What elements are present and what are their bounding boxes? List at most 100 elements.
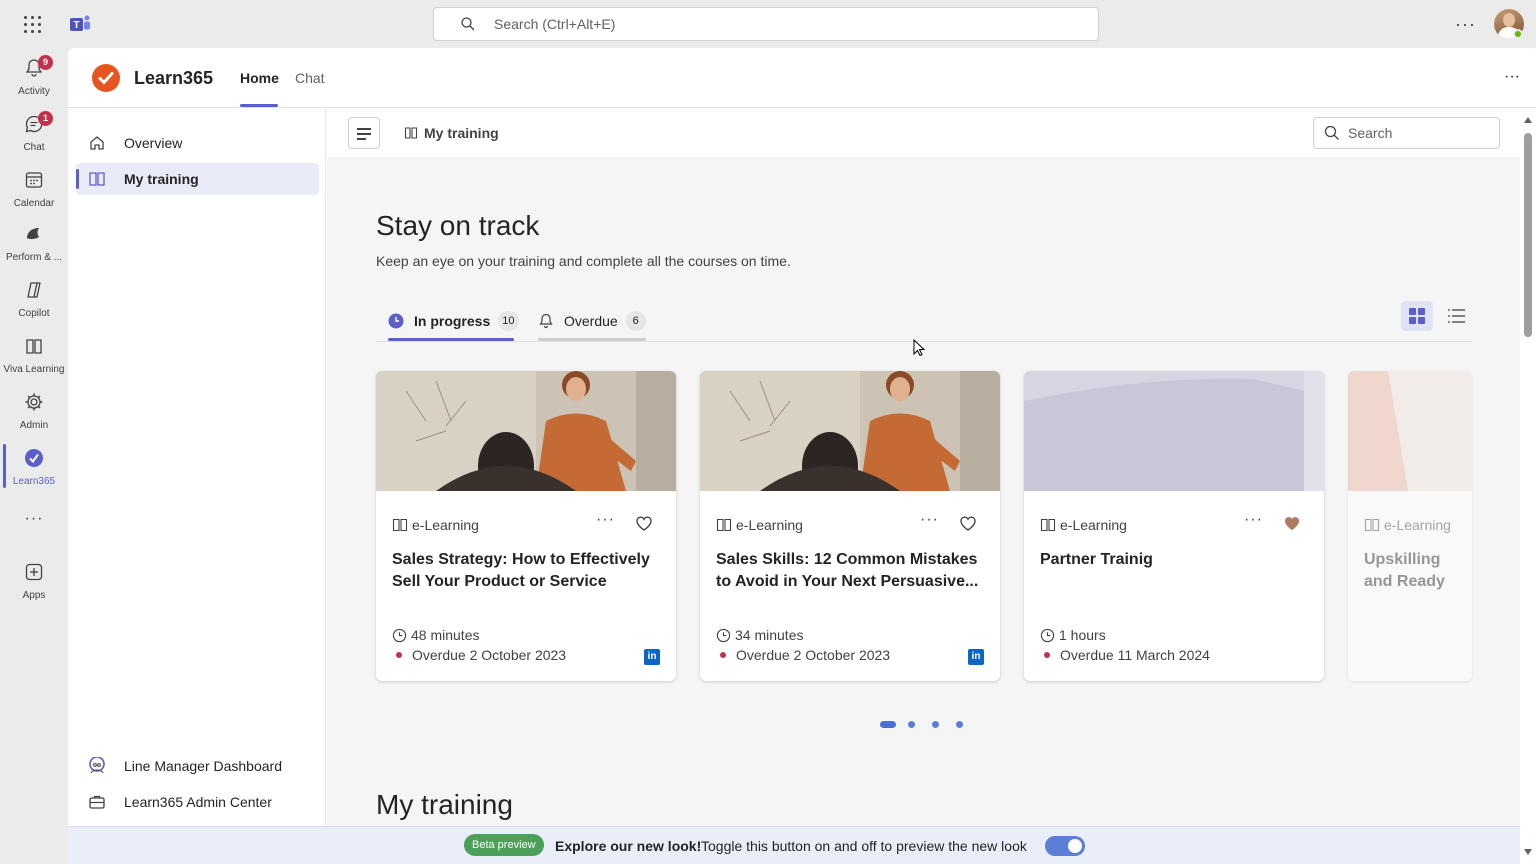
course-type: e-Learning xyxy=(392,517,479,533)
content-search-input[interactable]: Search xyxy=(1313,117,1500,149)
course-type-label: e-Learning xyxy=(412,517,479,533)
tab-overdue[interactable]: Overdue 6 xyxy=(538,305,646,337)
beta-preview-badge: Beta preview xyxy=(464,834,544,856)
rail-label-activity: Activity xyxy=(18,86,50,97)
main-content: My training Search Stay on track Keep an… xyxy=(327,109,1520,826)
book-icon xyxy=(716,518,732,532)
presence-available-icon xyxy=(1513,29,1523,39)
list-icon xyxy=(1448,309,1465,323)
nav-item-line-manager-dashboard[interactable]: Line Manager Dashboard xyxy=(76,750,319,782)
rail-item-activity[interactable]: 9 Activity xyxy=(0,52,68,104)
course-overdue-label: Overdue 2 October 2023 xyxy=(736,647,891,663)
rail-more-apps-button[interactable]: ··· xyxy=(0,508,68,536)
banner-text: Toggle this button on and off to preview… xyxy=(701,838,1027,854)
card-more-button[interactable]: ··· xyxy=(1244,511,1263,529)
rail-item-perform[interactable]: Perform & ... xyxy=(0,218,68,270)
search-icon xyxy=(1324,125,1339,140)
rail-item-apps[interactable]: Apps xyxy=(0,556,68,608)
list-view-button[interactable] xyxy=(1441,301,1473,331)
scroll-up-arrow[interactable] xyxy=(1524,117,1532,123)
tab-home[interactable]: Home xyxy=(240,70,279,86)
rail-label-calendar: Calendar xyxy=(13,198,55,209)
course-overdue: Overdue 11 March 2024 xyxy=(1044,647,1210,663)
gear-icon xyxy=(25,393,43,411)
nav-item-admin-center[interactable]: Learn365 Admin Center xyxy=(76,786,319,818)
card-more-button[interactable]: ··· xyxy=(920,511,939,529)
course-card[interactable]: e-Learning ··· Sales Strategy: How to Ef… xyxy=(376,371,676,681)
course-overdue: Overdue 2 October 2023 xyxy=(396,647,566,663)
course-card[interactable]: e-Learning ··· Partner Trainig 1 hours O… xyxy=(1024,371,1324,681)
global-search-input[interactable]: Search (Ctrl+Alt+E) xyxy=(433,7,1099,41)
linkedin-icon: in xyxy=(644,649,660,665)
heart-outline-icon[interactable] xyxy=(634,513,654,533)
heart-outline-icon[interactable] xyxy=(958,513,978,533)
rail-label-learn365: Learn365 xyxy=(12,476,56,487)
page-title: Stay on track xyxy=(376,210,540,241)
rail-label-chat: Chat xyxy=(23,142,45,153)
clock-filled-icon xyxy=(388,313,404,329)
rail-item-admin[interactable]: Admin xyxy=(0,386,68,438)
nav-item-my-training[interactable]: My training xyxy=(76,163,319,195)
perform-icon xyxy=(27,228,39,240)
nav-label-overview: Overview xyxy=(124,135,183,151)
nav-label-my-training: My training xyxy=(124,171,199,187)
rail-item-calendar[interactable]: Calendar xyxy=(0,164,68,216)
left-navigation: Overview My training Line Manager Dashbo… xyxy=(68,109,326,826)
course-type-label: e-Learning xyxy=(736,517,803,533)
active-tab-indicator xyxy=(240,104,278,107)
pager-dot-4[interactable] xyxy=(956,721,963,728)
tab-in-progress-label: In progress xyxy=(414,313,491,329)
rail-label-viva-learning: Viva Learning xyxy=(3,364,65,375)
hamburger-menu-button[interactable] xyxy=(348,117,380,149)
pager-dot-1[interactable] xyxy=(880,721,896,728)
card-more-button[interactable]: ··· xyxy=(596,511,615,529)
nav-item-overview[interactable]: Overview xyxy=(76,127,319,159)
course-card[interactable]: e-Learning Upskilling and Ready Employ xyxy=(1348,371,1472,681)
tab-overdue-label: Overdue xyxy=(564,313,618,329)
course-overdue-label: Overdue 2 October 2023 xyxy=(412,647,567,663)
carousel-pager xyxy=(880,721,970,729)
clock-icon xyxy=(392,628,407,642)
app-more-button[interactable]: ··· xyxy=(1504,68,1520,86)
overdue-dot-icon xyxy=(720,652,726,658)
activity-badge: 9 xyxy=(38,55,53,70)
heart-filled-icon[interactable] xyxy=(1282,513,1302,533)
course-title: Sales Skills: 12 Common Mistakes to Avoi… xyxy=(716,551,979,590)
content-search-placeholder: Search xyxy=(1348,125,1393,141)
app-launcher-icon[interactable] xyxy=(22,14,44,36)
rail-item-learn365[interactable]: Learn365 xyxy=(0,442,68,494)
app-header: Learn365 Home Chat ··· xyxy=(68,48,1536,108)
pager-dot-2[interactable] xyxy=(908,721,915,728)
overdue-dot-icon xyxy=(1044,652,1050,658)
bell-icon xyxy=(539,313,553,329)
banner-headline: Explore our new look! xyxy=(555,838,702,854)
tab-in-progress[interactable]: In progress 10 xyxy=(388,305,519,337)
course-thumbnail-image xyxy=(1024,371,1324,491)
page-subtitle: Keep an eye on your training and complet… xyxy=(376,253,791,269)
vertical-scrollbar[interactable] xyxy=(1521,109,1536,864)
learn365-logo-icon xyxy=(92,64,120,92)
preview-banner: Beta preview Explore our new look! Toggl… xyxy=(68,826,1520,864)
course-type: e-Learning xyxy=(1364,517,1451,533)
course-duration: 34 minutes xyxy=(716,627,803,643)
new-look-toggle[interactable] xyxy=(1045,836,1085,856)
people-icon xyxy=(89,757,105,774)
rail-item-viva-learning[interactable]: Viva Learning xyxy=(0,330,68,382)
breadcrumb: My training xyxy=(404,125,499,141)
grid-view-button[interactable] xyxy=(1401,301,1433,331)
overdue-count: 6 xyxy=(625,311,646,331)
rail-item-copilot[interactable]: Copilot xyxy=(0,274,68,326)
course-thumbnail-image xyxy=(700,371,1000,491)
rail-item-chat[interactable]: 1 Chat xyxy=(0,108,68,160)
course-card[interactable]: e-Learning ··· Sales Skills: 12 Common M… xyxy=(700,371,1000,681)
pager-dot-3[interactable] xyxy=(932,721,939,728)
settings-more-button[interactable]: ··· xyxy=(1455,14,1479,34)
learn365-app: Learn365 Home Chat ··· Overview My train… xyxy=(68,48,1536,864)
scroll-down-arrow[interactable] xyxy=(1524,849,1532,855)
course-type: e-Learning xyxy=(1040,517,1127,533)
scrollbar-thumb[interactable] xyxy=(1524,133,1532,337)
teams-logo-icon: T xyxy=(70,15,90,31)
book-icon xyxy=(392,518,408,532)
app-name: Learn365 xyxy=(134,68,214,88)
tab-chat[interactable]: Chat xyxy=(295,70,325,86)
